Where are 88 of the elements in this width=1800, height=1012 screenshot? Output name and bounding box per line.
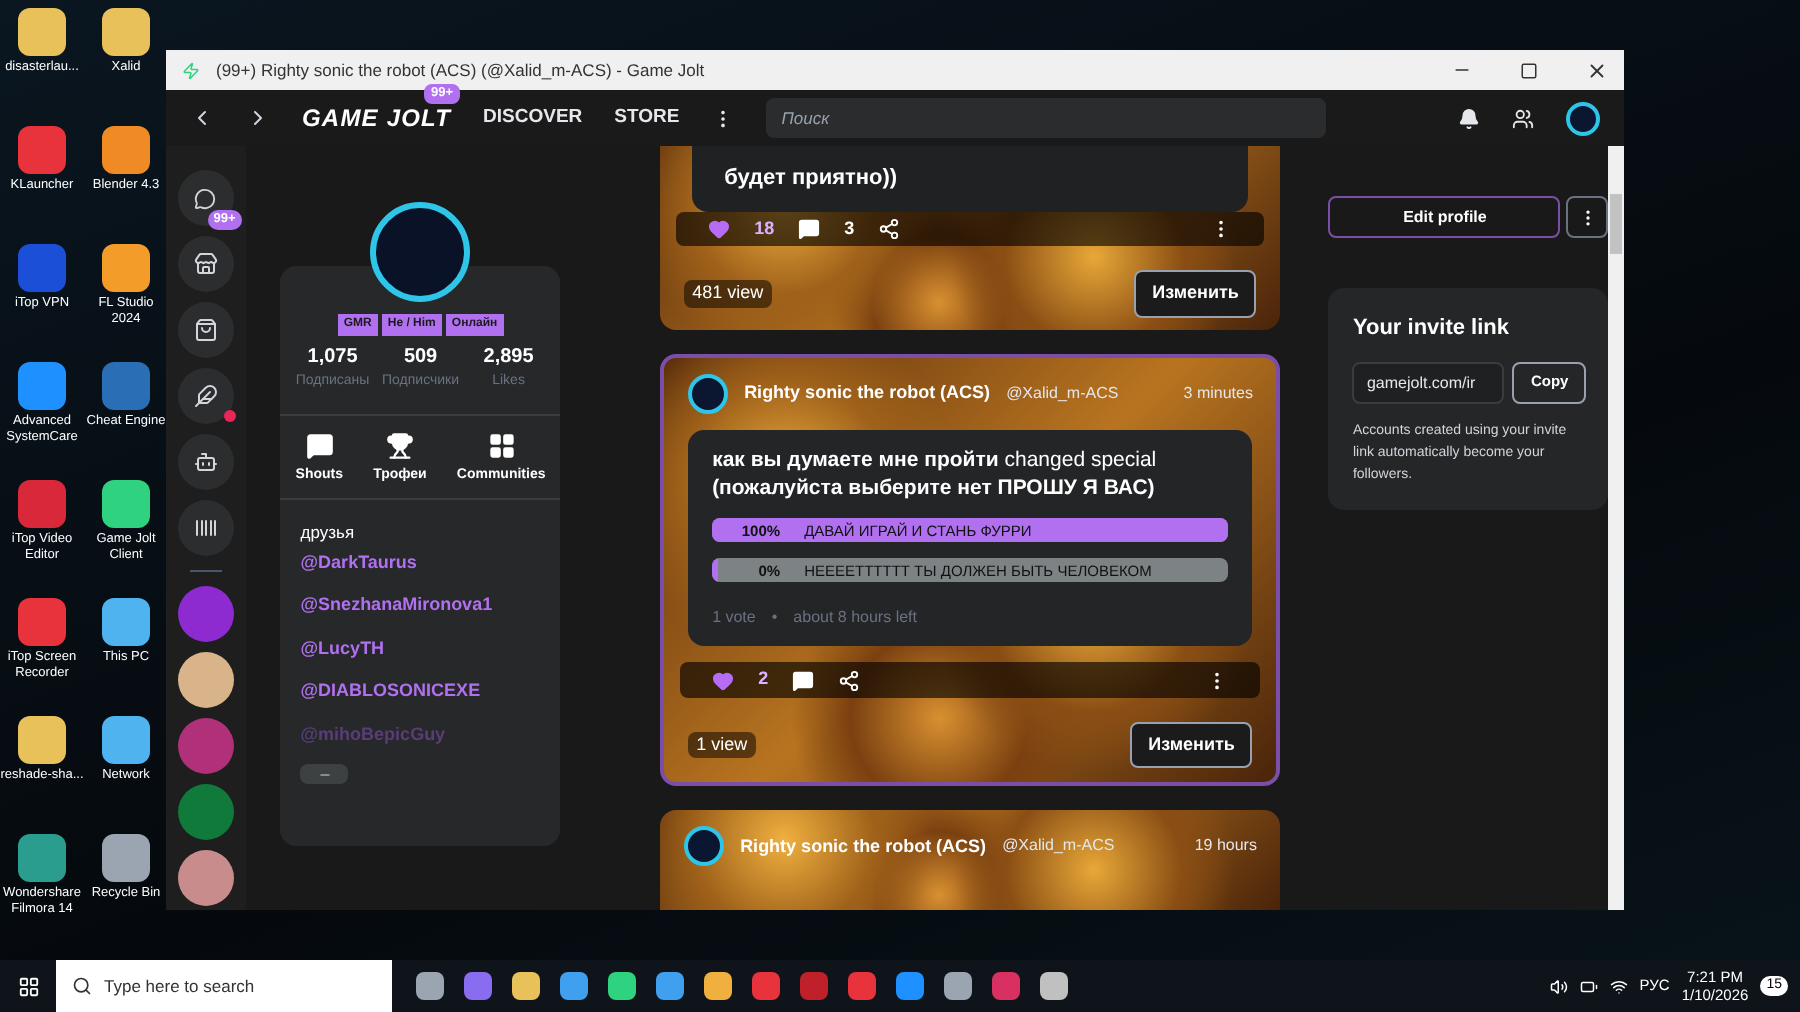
taskbar-app-icon[interactable]	[416, 972, 444, 1000]
taskbar-app-icon[interactable]	[1040, 972, 1068, 1000]
app-icon[interactable]	[102, 480, 150, 528]
search-placeholder: Type here to search	[104, 973, 255, 999]
like-count: 18	[754, 215, 775, 241]
app-icon[interactable]	[18, 834, 66, 882]
taskbar-search-field[interactable]: Type here to search	[56, 960, 392, 1012]
store-icon[interactable]	[177, 236, 234, 292]
invite-link-field[interactable]: gamejolt.com/ir	[1352, 361, 1505, 403]
taskbar-app-icon[interactable]	[464, 972, 492, 1000]
nav-link[interactable]: DISCOVER	[483, 103, 583, 133]
heart-icon[interactable]	[712, 669, 735, 692]
view-count: 1 view	[688, 731, 756, 759]
app-icon[interactable]	[18, 716, 66, 764]
scrollbar-thumb[interactable]	[1610, 194, 1623, 254]
search-field[interactable]: Поиск	[765, 98, 1326, 138]
maximize-icon[interactable]	[1520, 61, 1538, 79]
community-avatar[interactable]	[177, 652, 234, 708]
robot-icon[interactable]	[177, 434, 234, 490]
profile-avatar	[370, 202, 471, 302]
chat-icon[interactable]	[177, 170, 234, 226]
nav-link[interactable]: STORE	[614, 103, 680, 133]
stat-value: 1,075	[307, 344, 358, 372]
app-icon[interactable]	[18, 362, 66, 410]
friend-link[interactable]: @LucyTH	[300, 635, 541, 663]
post-time: 3 minutes	[1183, 381, 1253, 406]
author-name[interactable]: Righty sonic the robot (ACS)	[740, 833, 987, 861]
users-icon[interactable]	[1512, 107, 1534, 129]
site-logo[interactable]: GAME JOLT	[302, 100, 452, 136]
share-icon[interactable]	[838, 669, 861, 692]
app-icon[interactable]	[102, 716, 150, 764]
search-icon	[72, 976, 92, 996]
author-name[interactable]: Righty sonic the robot (ACS)	[744, 379, 991, 407]
battery-icon[interactable]	[1579, 977, 1598, 995]
taskbar-app-icon[interactable]	[704, 972, 732, 1000]
friends-heading: друзья	[300, 520, 357, 546]
quill-icon[interactable]	[177, 368, 234, 424]
bag-icon[interactable]	[177, 302, 234, 358]
edit-button[interactable]: Изменить	[1134, 270, 1257, 317]
view-count: 481 view	[684, 280, 772, 307]
share-icon[interactable]	[878, 217, 901, 240]
barcode-icon[interactable]	[177, 500, 234, 556]
post-text: будет приятно))	[692, 146, 1249, 211]
friend-link[interactable]: @DarkTaurus	[300, 549, 541, 577]
vote-count: 1 vote	[712, 606, 756, 631]
stat-value: 2,895	[483, 344, 534, 372]
dot-separator: •	[771, 606, 778, 631]
heart-icon[interactable]	[708, 217, 731, 240]
speech-bubble-icon	[305, 431, 334, 459]
app-icon[interactable]	[102, 834, 150, 882]
post-time: 19 hours	[1194, 834, 1257, 859]
invite-heading: Your invite link	[1352, 314, 1511, 344]
comment-icon[interactable]	[798, 217, 821, 240]
app-icon[interactable]	[102, 598, 150, 646]
like-count: 2	[758, 666, 769, 693]
comment-icon[interactable]	[792, 669, 815, 692]
app-icon[interactable]	[102, 8, 150, 56]
comment-count: 3	[844, 215, 855, 241]
avatar[interactable]	[688, 373, 729, 414]
taskbar-app-icon[interactable]	[896, 972, 924, 1000]
stat-value: 509	[403, 344, 438, 372]
taskbar-app-icon[interactable]	[608, 972, 636, 1000]
community-avatar[interactable]	[177, 850, 234, 906]
taskbar-app-icon[interactable]	[944, 972, 972, 1000]
edit-button[interactable]: Изменить	[1130, 721, 1253, 769]
taskbar-app-icon[interactable]	[656, 972, 684, 1000]
app-icon[interactable]	[102, 244, 150, 292]
bell-icon[interactable]	[1458, 107, 1480, 129]
author-handle[interactable]: @Xalid_m-ACS	[1006, 381, 1119, 406]
app-logo-icon	[182, 61, 200, 79]
trophy-icon	[385, 431, 414, 459]
app-icon[interactable]	[18, 8, 66, 56]
edit-profile-button[interactable]: Edit profile	[1328, 196, 1561, 238]
friend-link[interactable]: @DIABLOSONICEXE	[300, 678, 541, 706]
avatar[interactable]	[684, 826, 725, 867]
taskbar-app-icon[interactable]	[512, 972, 540, 1000]
avatar[interactable]	[1566, 101, 1600, 135]
post-title: как вы думаете мне пройти changed special (пожалуйста выберите нет ПРОШУ Я ВАС)	[712, 445, 1159, 503]
friend-link[interactable]: @SnezhanaMironova1	[300, 592, 541, 620]
window-title: (99+) Righty sonic the robot (ACS) (@Xalid_m-ACS) - Game Jolt	[216, 57, 707, 83]
app-icon[interactable]	[102, 126, 150, 174]
wifi-icon[interactable]	[1609, 977, 1628, 995]
close-icon[interactable]	[1586, 59, 1608, 81]
volume-icon[interactable]	[1549, 977, 1568, 995]
taskbar-app-icon[interactable]	[560, 972, 588, 1000]
scrollbar[interactable]	[1608, 146, 1624, 910]
time-left: about 8 hours left	[793, 606, 917, 631]
grid-icon	[487, 431, 516, 459]
